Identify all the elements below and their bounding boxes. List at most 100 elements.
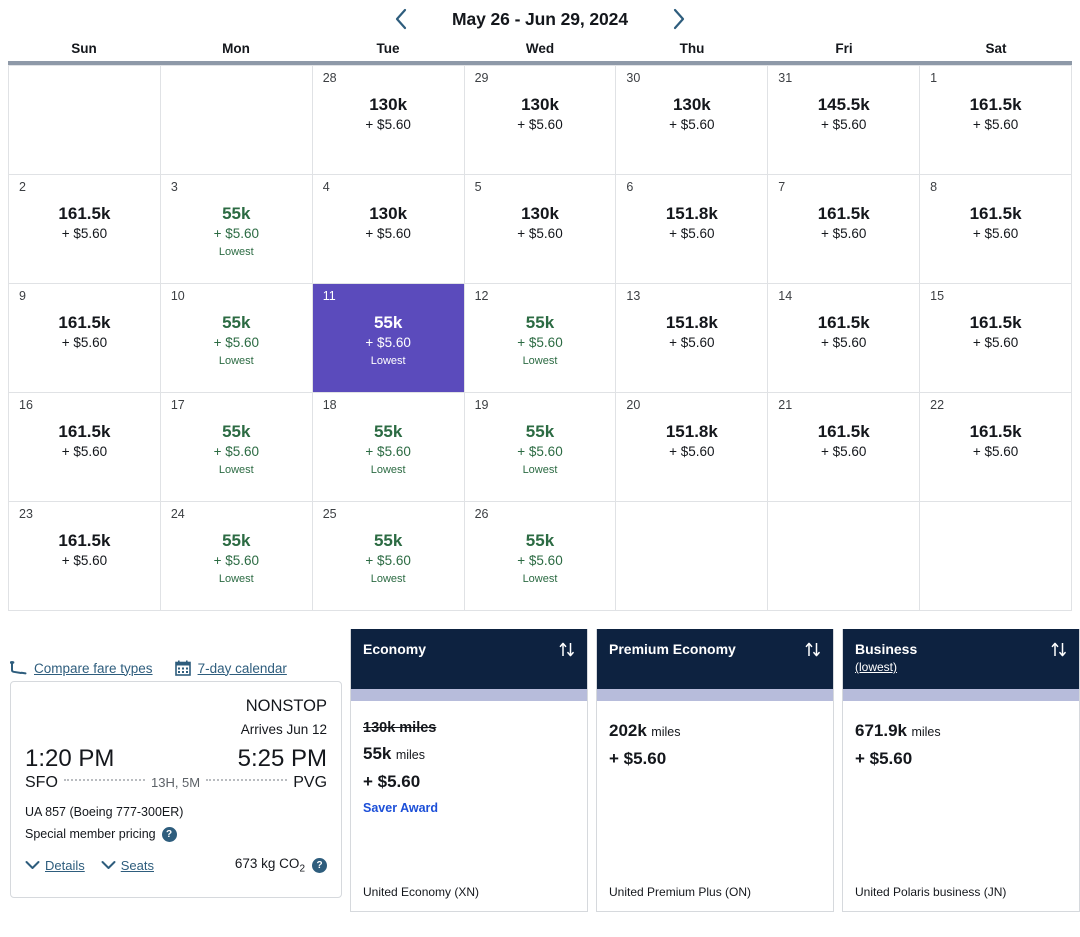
calendar-cell-miles: 161.5k <box>58 530 111 550</box>
calendar-cell-lowest-tag: Lowest <box>522 355 558 368</box>
day-of-week-sat: Sat <box>985 41 1007 56</box>
calendar-cell-day-26[interactable]: 26 55k + $5.60 Lowest <box>464 502 617 611</box>
calendar-cell-day-10[interactable]: 10 55k + $5.60 Lowest <box>160 284 313 393</box>
calendar-cell-day-19[interactable]: 19 55k + $5.60 Lowest <box>464 393 617 502</box>
calendar-cell-daynum: 18 <box>322 398 337 412</box>
calendar-cell-body: 151.8k + $5.60 <box>626 413 757 497</box>
fare-card-business[interactable]: Business (lowest) 671.9k miles + $5.60 Unite… <box>842 629 1080 912</box>
calendar-cell-day-20[interactable]: 20 151.8k + $5.60 <box>616 393 769 502</box>
prev-month-button[interactable] <box>388 6 414 32</box>
help-icon-co2[interactable]: ? <box>312 857 327 873</box>
fare-card-economy[interactable]: Economy 130k miles 55k miles + $5.60 Saver A… <box>350 629 588 912</box>
calendar-cell-body: 130k + $5.60 <box>323 86 454 170</box>
calendar-cell-day-30[interactable]: 30 130k + $5.60 <box>616 66 769 175</box>
fare-card-premium-economy[interactable]: Premium Economy 202k miles + $5.60 United P… <box>596 629 834 912</box>
calendar-cell-day-18[interactable]: 18 55k + $5.60 Lowest <box>312 393 465 502</box>
nonstop-label: NONSTOP <box>245 697 327 715</box>
calendar-cell-day-5[interactable]: 5 130k + $5.60 <box>464 175 617 284</box>
calendar-cell-body: 130k + $5.60 <box>323 195 454 279</box>
calendar-cell-miles: 130k <box>369 203 408 223</box>
day-of-week-mon: Mon <box>222 41 250 56</box>
calendar-cell-day-25[interactable]: 25 55k + $5.60 Lowest <box>312 502 465 611</box>
calendar-cell-daynum: 10 <box>170 289 185 303</box>
fare-miles-line: 55k miles <box>363 740 575 768</box>
calendar-cell-miles: 55k <box>222 203 251 223</box>
seven-day-calendar-link[interactable]: 7-day calendar <box>174 660 287 676</box>
sort-icon[interactable] <box>805 641 821 663</box>
calendar-cell-miles: 55k <box>222 421 251 441</box>
fare-card-title-block: Premium Economy <box>609 640 736 658</box>
calendar-cell-daynum: 26 <box>474 507 489 521</box>
calendar-cell-daynum: 24 <box>170 507 185 521</box>
calendar-cell-day-29[interactable]: 29 130k + $5.60 <box>464 66 617 175</box>
calendar-cell-miles: 151.8k <box>665 203 718 223</box>
fare-miles-unit: miles <box>651 725 681 739</box>
calendar-cell-day-1[interactable]: 1 161.5k + $5.60 <box>920 66 1072 175</box>
calendar-cell-day-7[interactable]: 7 161.5k + $5.60 <box>768 175 921 284</box>
calendar-cell-day-6[interactable]: 6 151.8k + $5.60 <box>616 175 769 284</box>
calendar-cell-tax: + $5.60 <box>517 226 563 241</box>
calendar-cell-body: 151.8k + $5.60 <box>626 304 757 388</box>
calendar-cell-day-2[interactable]: 2 161.5k + $5.60 <box>9 175 161 284</box>
calendar-cell-body: 161.5k + $5.60 <box>19 195 150 279</box>
details-toggle[interactable]: Details <box>25 858 85 873</box>
calendar-cell-empty <box>160 66 313 175</box>
calendar-cell-daynum: 20 <box>626 398 641 412</box>
calendar-cell-body: 151.8k + $5.60 <box>626 195 757 279</box>
calendar-cell-tax: + $5.60 <box>821 444 867 459</box>
flight-equipment: UA 857 (Boeing 777-300ER) <box>25 804 184 819</box>
calendar-cell-miles: 161.5k <box>817 312 870 332</box>
fare-miles-value: 55k <box>363 744 392 764</box>
calendar-cell-day-15[interactable]: 15 161.5k + $5.60 <box>920 284 1072 393</box>
fare-miles-line: 202k miles <box>609 717 821 745</box>
calendar-cell-body: 55k + $5.60 Lowest <box>171 195 302 279</box>
chevron-right-icon <box>671 7 686 31</box>
calendar-cell-day-11[interactable]: 11 55k + $5.60 Lowest <box>312 284 465 393</box>
calendar-cell-daynum: 14 <box>778 289 793 303</box>
arrival-date-label: Arrives Jun 12 <box>240 721 327 737</box>
chevron-left-icon <box>394 7 409 31</box>
calendar-cell-day-24[interactable]: 24 55k + $5.60 Lowest <box>160 502 313 611</box>
next-month-button[interactable] <box>666 6 692 32</box>
calendar-cell-daynum: 23 <box>19 507 33 521</box>
calendar-cell-day-21[interactable]: 21 161.5k + $5.60 <box>768 393 921 502</box>
fare-miles-value: 202k <box>609 721 647 740</box>
fare-card-subtitle[interactable]: (lowest) <box>855 658 917 676</box>
calendar-cell-lowest-tag: Lowest <box>370 573 406 586</box>
fare-original-miles: 130k miles <box>363 720 437 736</box>
calendar-cell-body: 161.5k + $5.60 <box>19 522 150 606</box>
calendar-cell-day-9[interactable]: 9 161.5k + $5.60 <box>9 284 161 393</box>
calendar-cell-day-12[interactable]: 12 55k + $5.60 Lowest <box>464 284 617 393</box>
calendar-cell-day-17[interactable]: 17 55k + $5.60 Lowest <box>160 393 313 502</box>
sort-icon[interactable] <box>559 641 575 663</box>
calendar-cell-day-8[interactable]: 8 161.5k + $5.60 <box>920 175 1072 284</box>
calendar-cell-day-4[interactable]: 4 130k + $5.60 <box>312 175 465 284</box>
calendar-cell-miles: 161.5k <box>817 421 870 441</box>
help-icon-member-pricing[interactable]: ? <box>161 826 177 842</box>
calendar-cell-day-31[interactable]: 31 145.5k + $5.60 <box>768 66 921 175</box>
seat-icon <box>10 660 27 676</box>
fare-card-title: Business <box>855 641 918 657</box>
sort-icon[interactable] <box>1051 641 1067 663</box>
calendar-cell-day-14[interactable]: 14 161.5k + $5.60 <box>768 284 921 393</box>
calendar-cell-tax: + $5.60 <box>517 444 563 459</box>
calendar-cell-lowest-tag: Lowest <box>522 464 558 477</box>
calendar-cell-day-13[interactable]: 13 151.8k + $5.60 <box>616 284 769 393</box>
calendar-cell-miles: 161.5k <box>817 203 870 223</box>
compare-fare-types-link[interactable]: Compare fare types <box>10 660 153 676</box>
chevron-down-icon <box>101 858 116 873</box>
fare-card-header-premium-economy: Premium Economy <box>597 629 833 689</box>
calendar-cell-lowest-tag: Lowest <box>218 355 254 368</box>
calendar-cell-empty <box>9 66 161 175</box>
calendar-cell-daynum: 7 <box>778 180 786 194</box>
calendar-cell-day-3[interactable]: 3 55k + $5.60 Lowest <box>160 175 313 284</box>
flight-summary-card: NONSTOP Arrives Jun 12 1:20 PM 5:25 PM S… <box>10 681 342 898</box>
seats-toggle[interactable]: Seats <box>101 858 154 873</box>
co2-value: 673 kg CO2 <box>234 855 305 875</box>
calendar-cell-tax: + $5.60 <box>365 444 411 459</box>
calendar-cell-day-28[interactable]: 28 130k + $5.60 <box>312 66 465 175</box>
calendar-cell-day-22[interactable]: 22 161.5k + $5.60 <box>920 393 1072 502</box>
calendar-cell-day-23[interactable]: 23 161.5k + $5.60 <box>9 502 161 611</box>
day-of-week-wed: Wed <box>525 41 555 56</box>
calendar-cell-day-16[interactable]: 16 161.5k + $5.60 <box>9 393 161 502</box>
